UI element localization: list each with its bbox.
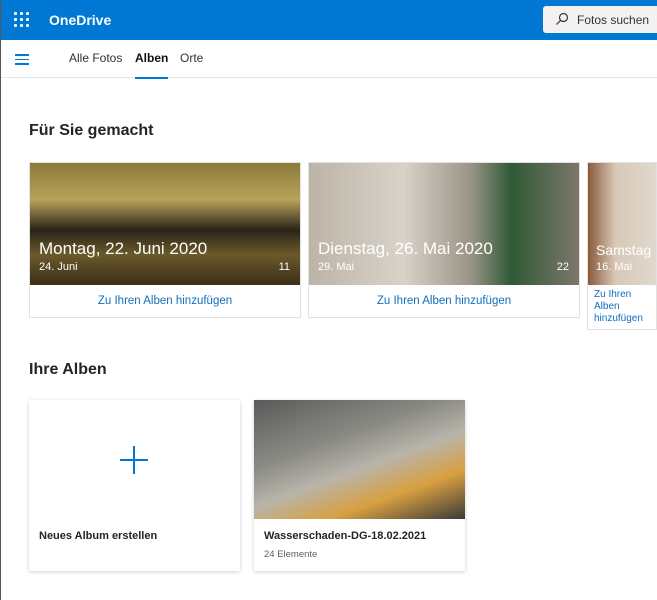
card-title: Dienstag, 26. Mai 2020 — [318, 239, 493, 258]
album-tile[interactable]: Wasserschaden-DG-18.02.2021 24 Elemente — [254, 400, 465, 571]
new-album-label: Neues Album erstellen — [39, 530, 158, 542]
suggested-album-card[interactable]: Samstag 16. Mai Zu Ihren Alben hinzufüge… — [587, 162, 657, 330]
tab-orte[interactable]: Orte — [180, 51, 203, 65]
album-cover-image — [254, 400, 465, 519]
search-icon — [556, 12, 569, 25]
card-count: 11 — [278, 261, 290, 273]
your-albums-heading: Ihre Alben — [29, 361, 107, 378]
album-item-count: 24 Elemente — [264, 549, 318, 560]
album-cover-image: Samstag 16. Mai — [588, 163, 656, 285]
suggested-album-card[interactable]: Dienstag, 26. Mai 2020 29. Mai 22 Zu Ihr… — [308, 162, 580, 318]
album-cover-image: Dienstag, 26. Mai 2020 29. Mai 22 — [309, 163, 579, 285]
card-subtitle: 29. Mai — [318, 261, 355, 273]
app-launcher-icon[interactable] — [14, 12, 30, 28]
card-title: Samstag — [596, 242, 652, 258]
album-cover-image: Montag, 22. Juni 2020 24. Juni 11 — [30, 163, 300, 285]
plus-icon — [120, 446, 148, 474]
search-placeholder: Fotos suchen — [577, 13, 650, 27]
menu-icon[interactable] — [15, 54, 29, 68]
tab-alle-fotos[interactable]: Alle Fotos — [69, 51, 122, 65]
add-to-albums-button[interactable]: Zu Ihren Alben hinzufügen — [309, 285, 579, 307]
app-title[interactable]: OneDrive — [49, 12, 111, 28]
card-subtitle: 16. Mai — [596, 261, 633, 273]
search-box[interactable]: Fotos suchen — [543, 6, 657, 33]
add-to-albums-button[interactable]: Zu Ihren Alben hinzufügen — [30, 285, 300, 307]
nav-bar: Alle Fotos Alben Orte — [1, 40, 657, 79]
new-album-button[interactable]: Neues Album erstellen — [29, 400, 240, 571]
card-title: Montag, 22. Juni 2020 — [39, 239, 208, 258]
tab-alben[interactable]: Alben — [135, 51, 169, 79]
card-subtitle: 24. Juni — [39, 261, 78, 273]
suggested-album-card[interactable]: Montag, 22. Juni 2020 24. Juni 11 Zu Ihr… — [29, 162, 301, 318]
made-for-you-heading: Für Sie gemacht — [29, 122, 154, 139]
top-bar: OneDrive Fotos suchen — [1, 0, 657, 40]
add-to-albums-button[interactable]: Zu Ihren Alben hinzufügen — [588, 285, 656, 329]
album-name: Wasserschaden-DG-18.02.2021 — [264, 530, 427, 542]
card-count: 22 — [556, 261, 569, 273]
